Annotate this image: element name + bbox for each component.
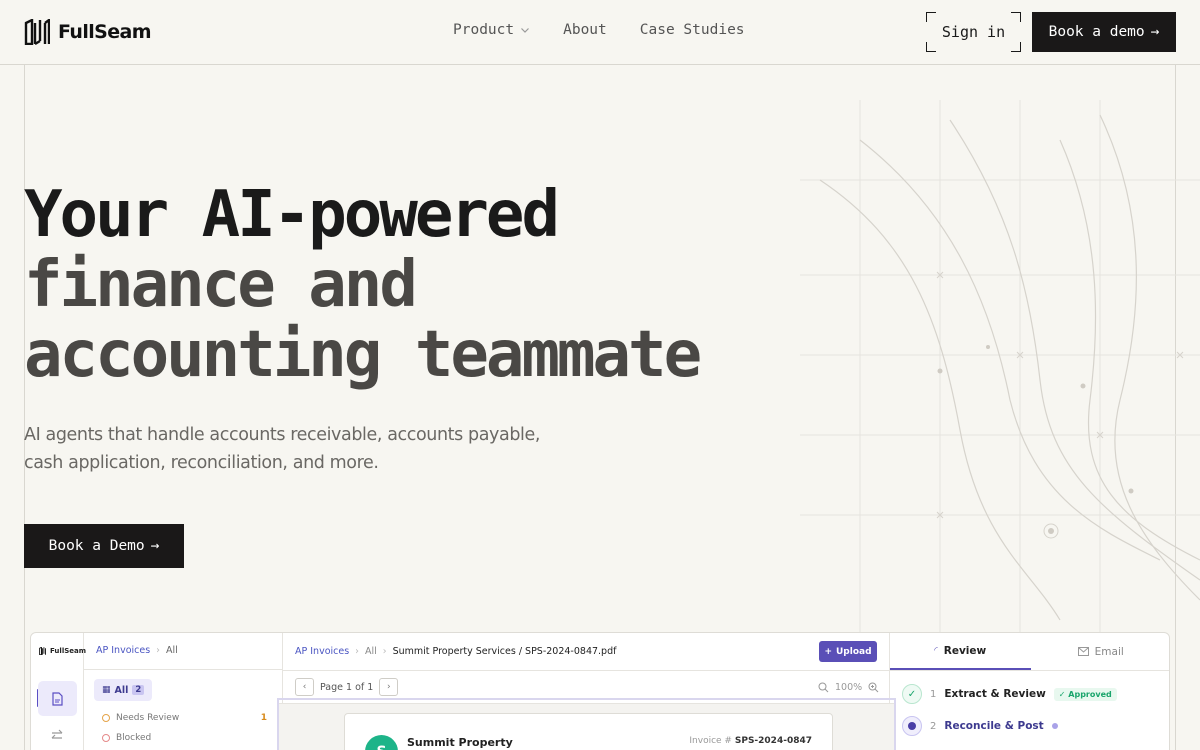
book-demo-hero-button[interactable]: Book a Demo →	[24, 524, 184, 568]
rail-brand: FullSeam	[50, 647, 87, 655]
grid-icon: ▦	[102, 685, 111, 695]
main-nav: Product About Case Studies	[453, 22, 745, 38]
corner-bracket	[926, 12, 936, 22]
page-indicator: Page 1 of 1	[320, 681, 374, 693]
corner-bracket	[1011, 42, 1021, 52]
current-step-icon	[902, 716, 922, 736]
top-navbar: FullSeam Product About Case Studies Sign…	[0, 0, 1200, 65]
filter-all-label: All	[114, 684, 129, 696]
sign-in-label: Sign in	[941, 23, 1006, 41]
hero-heading-line3: accounting teammate	[24, 318, 702, 392]
sign-in-button[interactable]: Sign in	[926, 12, 1021, 52]
workflow-panel: ◜ Review Email ✓ 1 Extract & Review ✓ Ap…	[890, 633, 1170, 750]
crumb-all[interactable]: All	[166, 645, 178, 656]
arrow-right-icon: →	[150, 538, 160, 554]
crumb-ap-invoices[interactable]: AP Invoices	[295, 646, 349, 657]
hero-heading: Your AI-powered finance and accounting t…	[24, 178, 702, 392]
approved-badge: ✓ Approved	[1053, 687, 1117, 701]
progress-dot	[1051, 723, 1058, 729]
document-viewer: S Summit Property Invoice # SPS-2024-084…	[277, 698, 896, 750]
status-label: Needs Review	[116, 713, 180, 723]
transfer-icon[interactable]	[50, 729, 64, 741]
company-avatar: S	[365, 735, 398, 750]
check-icon: ✓	[902, 684, 922, 704]
status-label: Blocked	[116, 733, 152, 743]
upload-label: Upload	[836, 646, 872, 657]
step-label: Extract & Review	[944, 688, 1046, 700]
rail-logo: FullSeam	[39, 647, 86, 655]
arrow-right-icon: →	[1150, 24, 1160, 40]
app-preview: FullSeam AP Invoices › All ▦ All 2 Needs…	[30, 632, 1170, 750]
app-rail: FullSeam	[31, 633, 86, 750]
invoice-number-value: SPS-2024-0847	[734, 736, 812, 746]
crumb-file: Summit Property Services / SPS-2024-0847…	[392, 646, 617, 657]
next-page-button[interactable]: ›	[379, 678, 399, 696]
pager: ‹ Page 1 of 1 ›	[295, 678, 399, 696]
document-icon	[52, 691, 63, 706]
corner-bracket	[926, 42, 936, 52]
nav-product[interactable]: Product	[453, 22, 530, 38]
decorative-curves	[800, 100, 1200, 640]
brand-name: FullSeam	[58, 21, 152, 43]
status-needs-review[interactable]: Needs Review 1	[102, 713, 267, 723]
spinner-icon: ◜	[934, 645, 938, 656]
blocked-icon	[102, 734, 110, 742]
divider	[283, 670, 890, 671]
invoice-number: Invoice # SPS-2024-0847	[689, 736, 812, 746]
divider	[84, 669, 283, 670]
fullseam-logo-icon	[39, 647, 46, 655]
filter-all-count: 2	[132, 685, 145, 695]
tab-review-label: Review	[943, 644, 987, 657]
step-extract-review[interactable]: ✓ 1 Extract & Review ✓ Approved	[902, 684, 1117, 704]
nav-product-label: Product	[453, 22, 515, 38]
zoom-control: 100%	[818, 682, 879, 693]
document-breadcrumb: AP Invoices › All › Summit Property Serv…	[295, 646, 616, 657]
book-demo-hero-label: Book a Demo	[48, 538, 145, 554]
hero-heading-line1: Your AI-powered	[24, 178, 560, 252]
nav-about[interactable]: About	[563, 22, 607, 38]
zoom-in-icon[interactable]	[868, 682, 879, 693]
list-breadcrumb: AP Invoices › All	[96, 645, 178, 656]
chevron-right-icon: ›	[382, 646, 387, 657]
chevron-right-icon: ›	[156, 645, 160, 656]
nav-case-studies[interactable]: Case Studies	[640, 22, 745, 38]
hero-heading-line2: finance and	[24, 248, 418, 322]
status-count: 1	[260, 713, 267, 723]
zoom-out-icon[interactable]	[818, 682, 829, 693]
company-name: Summit Property	[407, 736, 513, 749]
step-number: 1	[930, 688, 937, 700]
chevron-right-icon: ›	[355, 646, 359, 657]
filter-all[interactable]: ▦ All 2	[94, 679, 152, 701]
invoice-list-panel: AP Invoices › All ▦ All 2 Needs Review 1…	[84, 633, 283, 750]
crumb-ap-invoices[interactable]: AP Invoices	[96, 645, 150, 656]
frame-line-left	[24, 65, 25, 750]
corner-bracket	[1011, 12, 1021, 22]
tab-email[interactable]: Email	[1031, 633, 1170, 670]
brand-logo[interactable]: FullSeam	[24, 19, 152, 45]
crumb-all[interactable]: All	[365, 646, 377, 657]
document-panel: AP Invoices › All › Summit Property Serv…	[277, 633, 896, 750]
step-label: Reconcile & Post	[944, 720, 1044, 732]
workflow-tabs: ◜ Review Email	[890, 633, 1170, 671]
tab-email-label: Email	[1094, 645, 1124, 658]
zoom-level: 100%	[835, 682, 863, 693]
fullseam-logo-icon	[24, 19, 50, 45]
status-blocked[interactable]: Blocked	[102, 733, 267, 743]
book-demo-nav-button[interactable]: Book a demo →	[1032, 12, 1176, 52]
tab-review[interactable]: ◜ Review	[890, 633, 1031, 670]
hero-subtitle: AI agents that handle accounts receivabl…	[24, 425, 541, 473]
upload-button[interactable]: + Upload	[819, 641, 877, 662]
plus-icon: +	[824, 646, 832, 657]
chevron-down-icon	[521, 28, 530, 33]
clock-icon	[102, 714, 110, 722]
invoice-number-label: Invoice #	[689, 736, 732, 746]
book-demo-nav-label: Book a demo	[1048, 24, 1145, 40]
mail-icon	[1077, 647, 1089, 656]
step-number: 2	[930, 720, 937, 732]
invoice-page: S Summit Property Invoice # SPS-2024-084…	[344, 713, 833, 750]
viewer-canvas: S Summit Property Invoice # SPS-2024-084…	[279, 703, 894, 750]
prev-page-button[interactable]: ‹	[295, 678, 314, 696]
step-reconcile-post[interactable]: 2 Reconcile & Post	[902, 716, 1058, 736]
rail-invoices-button[interactable]	[38, 681, 77, 716]
